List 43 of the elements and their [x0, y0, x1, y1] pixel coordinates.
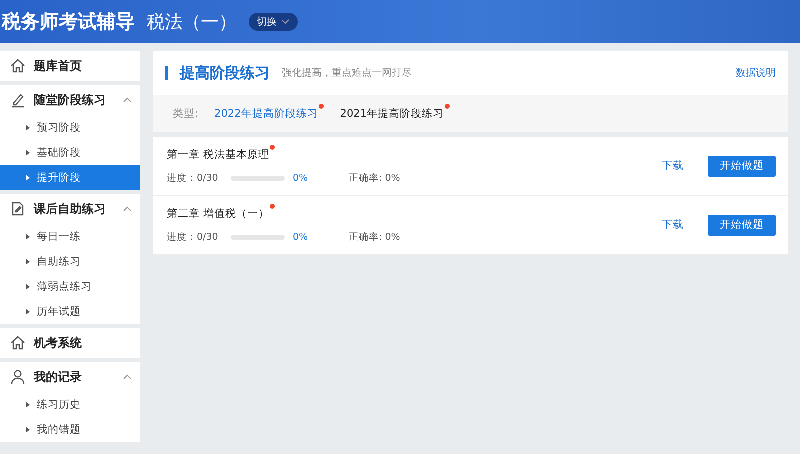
sidebar-item[interactable]: 随堂阶段练习: [0, 85, 140, 115]
triangle-icon: [26, 258, 30, 264]
subject-title: 税法（一）: [147, 10, 237, 34]
panel-subtitle: 强化提高，重点难点一网打尽: [282, 66, 413, 80]
download-link[interactable]: 下载: [662, 159, 684, 173]
sidebar-item[interactable]: 我的记录: [0, 362, 140, 392]
sidebar-item[interactable]: 题库首页: [0, 51, 140, 81]
note-pencil-icon: [10, 201, 26, 217]
triangle-icon: [26, 234, 30, 240]
progress-percent: 0%: [293, 172, 310, 184]
type-label: 类型:: [173, 106, 199, 120]
start-button[interactable]: 开始做题: [708, 156, 776, 176]
triangle-icon: [26, 124, 30, 130]
triangle-icon: [26, 150, 30, 156]
type-tab[interactable]: 2021年提高阶段练习: [340, 106, 444, 120]
user-icon: [10, 369, 26, 385]
download-link[interactable]: 下载: [662, 218, 684, 232]
progress-percent: 0%: [293, 232, 310, 242]
switch-button[interactable]: 切换: [249, 12, 298, 30]
progress-label: 进度：0/30: [167, 230, 220, 244]
triangle-icon: [26, 284, 30, 290]
start-button[interactable]: 开始做题: [708, 214, 776, 236]
pencil-icon: [10, 92, 26, 108]
triangle-icon: [26, 308, 30, 314]
type-tab[interactable]: 2022年提高阶段练习: [214, 106, 318, 120]
accuracy-label: 正确率: 0%: [349, 230, 400, 244]
chapter-title: 第二章 增值税（一）: [167, 206, 270, 220]
sidebar-item[interactable]: 课后自助练习: [0, 194, 140, 224]
app-title: 税务师考试辅导: [2, 10, 135, 34]
help-link[interactable]: 数据说明: [736, 66, 776, 80]
triangle-icon: [26, 174, 30, 180]
home-icon: [10, 335, 26, 351]
sidebar-item[interactable]: 机考系统: [0, 328, 140, 358]
triangle-icon: [26, 402, 30, 408]
accent-bar: [165, 66, 168, 80]
home-icon: [10, 58, 26, 74]
triangle-icon: [26, 426, 30, 432]
chevron-icon: [281, 18, 290, 24]
panel-title: 提高阶段练习: [180, 64, 270, 82]
accuracy-label: 正确率: 0%: [349, 172, 400, 184]
chapter-title: 第一章 税法基本原理: [167, 148, 270, 162]
progress-label: 进度：0/30: [167, 172, 220, 184]
sidebar-subitem[interactable]: 提升阶段: [0, 165, 140, 190]
